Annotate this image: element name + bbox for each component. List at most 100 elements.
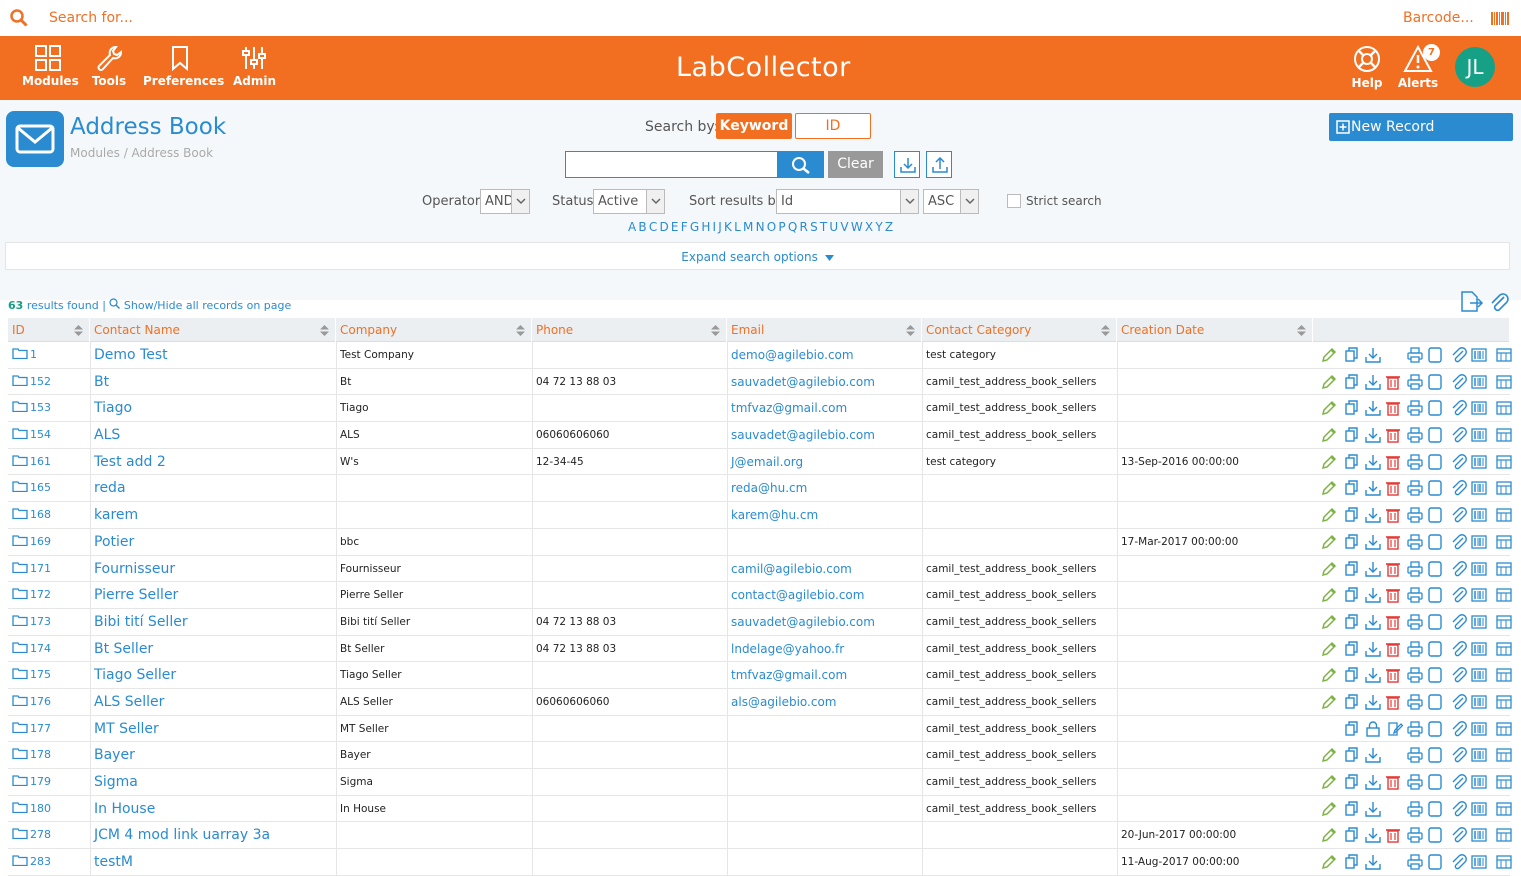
download-icon[interactable] <box>1365 614 1381 630</box>
alpha-letter-e[interactable]: E <box>671 220 679 234</box>
barcode-icon[interactable] <box>1471 747 1487 763</box>
barcode-icon[interactable] <box>1471 507 1487 523</box>
edit-icon[interactable] <box>1321 347 1337 363</box>
alpha-letter-h[interactable]: H <box>701 220 710 234</box>
barcode-icon[interactable] <box>1471 561 1487 577</box>
delete-icon[interactable] <box>1385 454 1401 470</box>
column-header-category[interactable]: Contact Category <box>922 318 1117 342</box>
folder-icon[interactable] <box>12 827 28 840</box>
cell-email[interactable]: contact@agilebio.com <box>727 582 922 608</box>
tablet-icon[interactable] <box>1427 400 1443 417</box>
alpha-letter-i[interactable]: I <box>713 220 717 234</box>
keyword-search-input[interactable] <box>565 151 778 178</box>
folder-icon[interactable] <box>12 400 28 413</box>
cell-name[interactable]: Tiago <box>90 395 336 421</box>
copy-icon[interactable] <box>1344 427 1360 443</box>
clear-button[interactable]: Clear <box>828 151 883 178</box>
print-icon[interactable] <box>1407 454 1423 470</box>
alpha-letter-a[interactable]: A <box>628 220 636 234</box>
download-icon[interactable] <box>1365 374 1381 390</box>
table-row[interactable]: 175 Tiago Seller Tiago Seller tmfvaz@gmail.… <box>8 662 1512 689</box>
edit-icon[interactable] <box>1321 587 1337 603</box>
cell-id[interactable]: 165 <box>8 475 90 501</box>
cell-email[interactable]: camil@agilebio.com <box>727 556 922 582</box>
cell-name[interactable]: Bt Seller <box>90 636 336 662</box>
download-icon[interactable] <box>1365 534 1381 550</box>
paperclip-icon[interactable] <box>1489 291 1509 313</box>
table-row[interactable]: 169 Potier bbc 17-Mar-2017 00:00:00 <box>8 528 1512 556</box>
cell-id[interactable]: 176 <box>8 689 90 715</box>
order-select[interactable]: ASC <box>923 189 979 214</box>
edit-icon[interactable] <box>1321 534 1337 550</box>
download-icon[interactable] <box>1365 747 1381 764</box>
alpha-letter-s[interactable]: S <box>810 220 818 234</box>
copy-icon[interactable] <box>1344 667 1360 683</box>
copy-icon[interactable] <box>1344 480 1360 496</box>
print-icon[interactable] <box>1407 374 1423 390</box>
nav-help[interactable]: Help <box>1349 45 1385 90</box>
print-icon[interactable] <box>1407 427 1423 443</box>
print-icon[interactable] <box>1407 400 1423 417</box>
tablet-icon[interactable] <box>1427 747 1443 764</box>
download-icon[interactable] <box>1365 587 1381 603</box>
barcode-icon[interactable] <box>1471 641 1487 657</box>
cell-id[interactable]: 161 <box>8 449 90 475</box>
folder-icon[interactable] <box>12 801 28 813</box>
cell-id[interactable]: 169 <box>8 529 90 555</box>
tablet-icon[interactable] <box>1427 507 1443 523</box>
edit-icon[interactable] <box>1321 801 1337 817</box>
cell-email[interactable]: sauvadet@agilebio.com <box>727 422 922 448</box>
alpha-letter-t[interactable]: T <box>820 220 828 234</box>
edit-icon[interactable] <box>1321 454 1337 470</box>
folder-icon[interactable] <box>12 667 28 680</box>
cell-email[interactable]: karem@hu.cm <box>727 502 922 528</box>
nav-admin[interactable]: Admin <box>233 45 276 88</box>
tablet-icon[interactable] <box>1427 854 1443 870</box>
label-icon[interactable] <box>1496 827 1512 843</box>
alpha-letter-v[interactable]: V <box>840 220 848 234</box>
label-icon[interactable] <box>1496 667 1512 683</box>
download-icon[interactable] <box>1365 427 1381 443</box>
folder-icon[interactable] <box>12 747 28 760</box>
edit-icon[interactable] <box>1321 427 1337 443</box>
paperclip-icon[interactable] <box>1451 613 1467 630</box>
label-icon[interactable] <box>1496 400 1512 416</box>
print-icon[interactable] <box>1407 667 1423 683</box>
print-icon[interactable] <box>1407 507 1423 523</box>
cell-id[interactable]: 283 <box>8 849 90 875</box>
cell-email[interactable] <box>727 769 922 795</box>
cell-email[interactable] <box>727 742 922 768</box>
delete-icon[interactable] <box>1385 827 1401 844</box>
table-row[interactable]: 152 Bt Bt 04 72 13 88 03 sauvadet@agilebio.c… <box>8 368 1512 396</box>
barcode-icon[interactable] <box>1471 534 1487 550</box>
new-record-button[interactable]: New Record <box>1329 113 1513 141</box>
alpha-letter-l[interactable]: L <box>734 220 741 234</box>
paperclip-icon[interactable] <box>1451 533 1467 550</box>
label-icon[interactable] <box>1496 854 1512 870</box>
download-icon[interactable] <box>1365 774 1381 790</box>
print-icon[interactable] <box>1407 801 1423 817</box>
alpha-letter-j[interactable]: J <box>718 220 722 234</box>
barcode-icon[interactable] <box>1471 400 1487 416</box>
cell-email[interactable]: tmfvaz@gmail.com <box>727 395 922 421</box>
export-button[interactable] <box>926 151 952 178</box>
copy-icon[interactable] <box>1344 640 1360 657</box>
alpha-letter-q[interactable]: Q <box>788 220 798 234</box>
label-icon[interactable] <box>1496 427 1512 443</box>
download-icon[interactable] <box>1365 480 1381 497</box>
print-icon[interactable] <box>1407 614 1423 630</box>
column-header-id[interactable]: ID <box>8 318 90 342</box>
barcode-icon[interactable] <box>1471 480 1487 496</box>
delete-icon[interactable] <box>1385 374 1401 390</box>
copy-icon[interactable] <box>1344 720 1360 737</box>
tablet-icon[interactable] <box>1427 694 1443 710</box>
barcode-icon[interactable] <box>1471 454 1487 470</box>
edit-document-icon[interactable] <box>1387 721 1403 737</box>
paperclip-icon[interactable] <box>1451 640 1467 657</box>
alpha-letter-m[interactable]: M <box>743 220 754 234</box>
cell-name[interactable]: Bibi tití Seller <box>90 609 336 635</box>
folder-icon[interactable] <box>12 561 28 573</box>
alpha-letter-z[interactable]: Z <box>885 220 893 234</box>
cell-name[interactable]: Fournisseur <box>90 556 336 582</box>
cell-name[interactable]: reda <box>90 475 336 501</box>
